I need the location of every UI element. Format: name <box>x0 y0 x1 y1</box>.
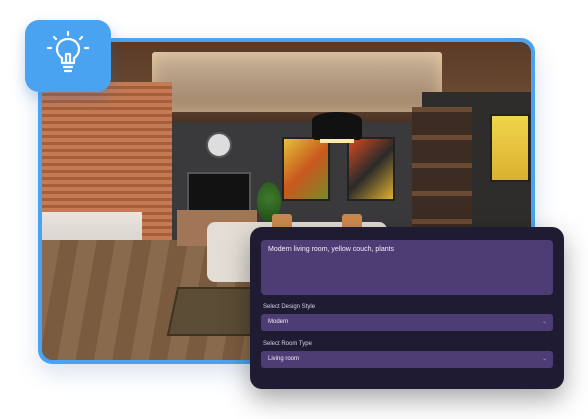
design-style-label: Select Design Style <box>263 304 316 310</box>
design-style-value: Modern <box>268 319 289 325</box>
design-style-select[interactable]: Modern ⌄ <box>261 314 553 331</box>
prompt-text: Modern living room, yellow couch, plants <box>268 246 395 253</box>
prompt-input[interactable]: Modern living room, yellow couch, plants <box>261 240 553 295</box>
room-type-value: Living room <box>268 356 300 362</box>
chevron-down-icon: ⌄ <box>541 356 547 362</box>
chevron-down-icon: ⌄ <box>541 319 547 325</box>
room-type-select[interactable]: Living room ⌄ <box>261 351 553 368</box>
lightbulb-icon <box>43 30 93 83</box>
lightbulb-badge <box>25 20 111 92</box>
room-type-label: Select Room Type <box>263 341 312 347</box>
design-prompt-panel: Modern living room, yellow couch, plants… <box>250 227 564 389</box>
